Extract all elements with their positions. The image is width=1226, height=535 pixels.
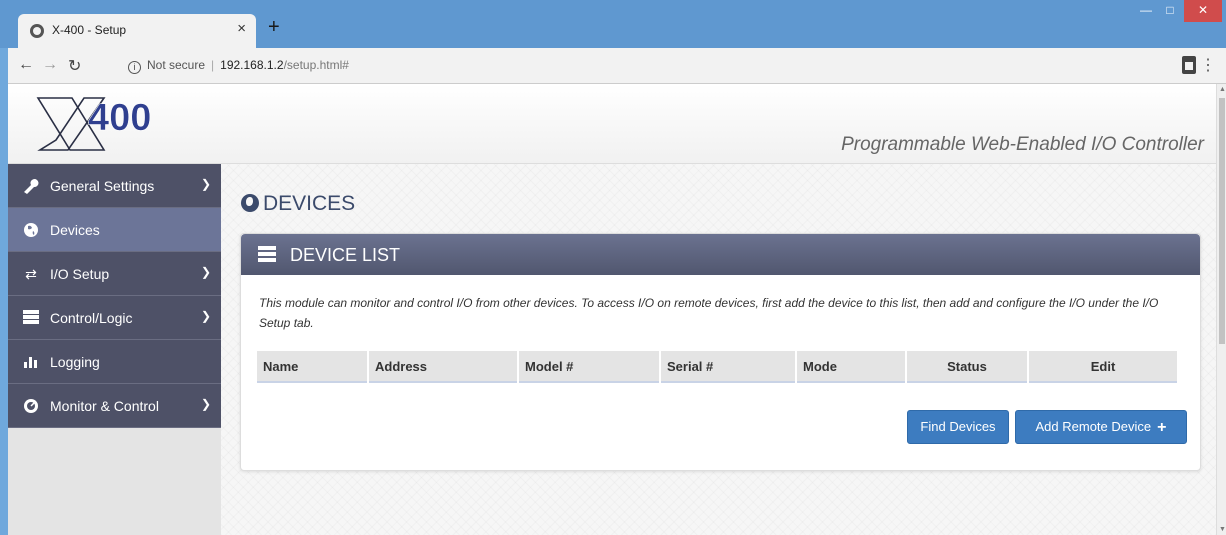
sidebar: General Settings ❯ Devices ⇄ I/O Setup ❯… [8, 164, 221, 535]
sidebar-item-monitor-control[interactable]: Monitor & Control ❯ [8, 384, 221, 428]
sidebar-item-logging[interactable]: Logging [8, 340, 221, 384]
sidebar-item-devices[interactable]: Devices [8, 208, 221, 252]
plus-icon: + [1157, 419, 1167, 436]
column-header-address[interactable]: Address [369, 351, 517, 383]
new-tab-button[interactable]: + [268, 16, 280, 39]
sidebar-item-control-logic[interactable]: Control/Logic ❯ [8, 296, 221, 340]
sidebar-item-label: Devices [50, 222, 100, 238]
page-title: DEVICES [241, 192, 355, 216]
forward-arrow-icon[interactable]: → [42, 56, 58, 74]
page-scrollbar[interactable]: ▲ ▼ [1216, 84, 1226, 535]
chevron-down-icon: ❯ [200, 177, 211, 191]
menu-dots-icon[interactable]: ⋮ [1200, 55, 1216, 75]
find-devices-button[interactable]: Find Devices [907, 410, 1009, 444]
sidebar-item-label: Logging [50, 354, 100, 370]
device-table: Name Address Model # Serial # Mode Statu… [255, 351, 1179, 383]
browser-tab[interactable]: X-400 - Setup × [18, 14, 256, 48]
panel-title: DEVICE LIST [290, 245, 401, 265]
reload-icon[interactable]: ↻ [68, 56, 81, 76]
x400-logo: 400 [36, 97, 152, 151]
scroll-down-arrow-icon[interactable]: ▼ [1219, 526, 1226, 533]
main-content: DEVICES DEVICE LIST This module can moni… [221, 164, 1216, 535]
back-arrow-icon[interactable]: ← [18, 56, 34, 74]
sidebar-item-label: General Settings [50, 178, 155, 194]
address-bar[interactable]: i Not secure | 192.168.1.2/setup.html# [128, 57, 349, 74]
column-header-model[interactable]: Model # [519, 351, 659, 383]
server-icon [22, 310, 40, 326]
panel-header: DEVICE LIST [241, 234, 1200, 275]
url-separator: | [211, 57, 215, 72]
page-title-text: DEVICES [263, 192, 356, 215]
page-viewport: 400 Programmable Web-Enabled I/O Control… [8, 84, 1216, 535]
tab-strip: X-400 - Setup × + — □ ✕ [0, 0, 1226, 48]
sidebar-item-label: I/O Setup [50, 266, 110, 282]
extension-icon[interactable] [1182, 56, 1196, 74]
column-header-serial[interactable]: Serial # [661, 351, 795, 383]
scroll-up-arrow-icon[interactable]: ▲ [1219, 86, 1226, 93]
column-header-status[interactable]: Status [907, 351, 1027, 383]
column-header-edit[interactable]: Edit [1029, 351, 1177, 383]
url-path: /setup.html# [283, 57, 349, 72]
globe-favicon-icon [30, 24, 44, 38]
url-host: 192.168.1.2 [220, 57, 284, 72]
arrows-icon: ⇄ [25, 266, 37, 282]
globe-icon [22, 222, 40, 238]
sidebar-item-label: Control/Logic [50, 310, 133, 326]
scroll-thumb[interactable] [1219, 98, 1225, 344]
gauge-icon [22, 398, 40, 414]
info-icon[interactable]: i [128, 61, 141, 74]
list-icon [258, 246, 276, 262]
panel-description: This module can monitor and control I/O … [259, 296, 1159, 330]
page-header: 400 Programmable Web-Enabled I/O Control… [8, 84, 1216, 164]
close-window-button[interactable]: ✕ [1184, 0, 1222, 22]
chevron-down-icon: ❯ [200, 397, 211, 411]
bar-chart-icon [22, 354, 40, 370]
sidebar-item-general-settings[interactable]: General Settings ❯ [8, 164, 221, 208]
device-list-panel: DEVICE LIST This module can monitor and … [240, 233, 1201, 471]
column-header-mode[interactable]: Mode [797, 351, 905, 383]
sidebar-item-label: Monitor & Control [50, 398, 159, 414]
security-label: Not secure [147, 57, 206, 72]
browser-toolbar: ← → ↻ i Not secure | 192.168.1.2/setup.html… [8, 48, 1226, 84]
tagline: Programmable Web-Enabled I/O Controller [841, 134, 1204, 155]
maximize-button[interactable]: □ [1158, 0, 1182, 22]
svg-text:400: 400 [88, 97, 151, 139]
chevron-down-icon: ❯ [200, 309, 211, 323]
tab-title: X-400 - Setup [52, 23, 127, 37]
wrench-icon [22, 178, 40, 194]
globe-icon [241, 194, 259, 212]
browser-window: X-400 - Setup × + — □ ✕ ← → ↻ i Not secur… [0, 0, 1226, 535]
tab-close-icon[interactable]: × [237, 20, 246, 37]
add-remote-device-button[interactable]: Add Remote Device + [1015, 410, 1187, 444]
minimize-button[interactable]: — [1134, 0, 1158, 22]
sidebar-item-io-setup[interactable]: ⇄ I/O Setup ❯ [8, 252, 221, 296]
add-remote-device-label: Add Remote Device [1035, 419, 1152, 434]
column-header-name[interactable]: Name [257, 351, 367, 383]
chevron-down-icon: ❯ [200, 265, 211, 279]
